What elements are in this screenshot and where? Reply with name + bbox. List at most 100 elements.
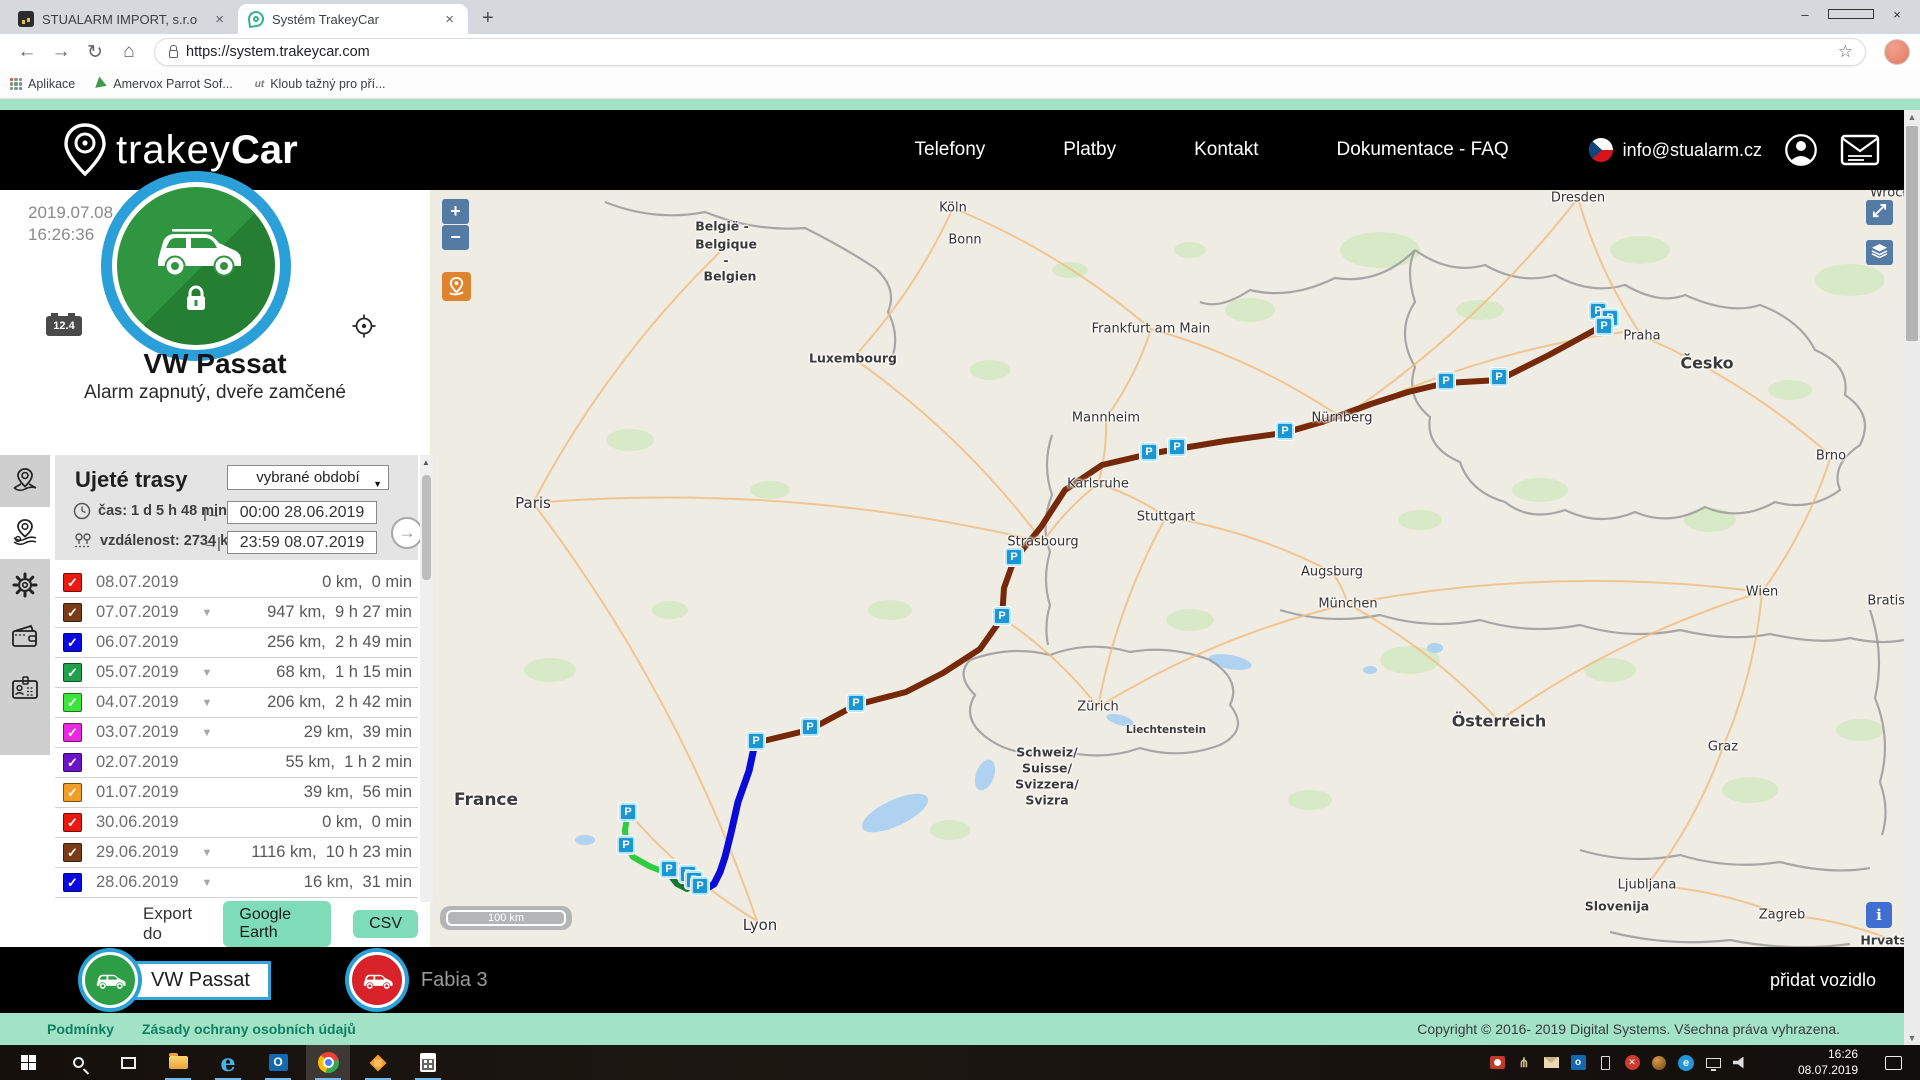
- parking-marker[interactable]: P: [993, 607, 1011, 625]
- map-zoom-in-button[interactable]: +: [442, 199, 469, 224]
- tray-defender-icon[interactable]: [1622, 1045, 1642, 1080]
- contact-email[interactable]: info@stualarm.cz: [1589, 138, 1762, 162]
- vehicle-avatar-icon[interactable]: [349, 952, 405, 1008]
- trip-checkbox[interactable]: ✓: [63, 783, 82, 802]
- vehicle-chip-label[interactable]: VW Passat: [124, 961, 271, 1000]
- vehicle-chip[interactable]: VW Passat: [82, 952, 271, 1008]
- trip-expand-icon[interactable]: ▼: [192, 727, 222, 739]
- bookmark-star-icon[interactable]: ☆: [1838, 42, 1853, 62]
- trip-checkbox[interactable]: ✓: [63, 843, 82, 862]
- address-bar[interactable]: https://system.trakeycar.com ☆: [154, 38, 1866, 66]
- trip-row[interactable]: ✓04.07.2019▼206 km, 2 h 42 min: [55, 688, 418, 718]
- parking-marker[interactable]: P: [1140, 443, 1158, 461]
- trip-expand-icon[interactable]: ▼: [192, 667, 222, 679]
- trip-expand-icon[interactable]: ▼: [192, 877, 222, 889]
- nav-item[interactable]: Telefony: [915, 139, 986, 161]
- scrollbar-up-arrow[interactable]: ▲: [1904, 112, 1920, 122]
- parking-marker[interactable]: P: [747, 732, 765, 750]
- forward-button[interactable]: →: [44, 41, 78, 63]
- map-zoom-out-button[interactable]: −: [442, 225, 469, 250]
- map-track-toggle-button[interactable]: [442, 272, 471, 301]
- maximize-button[interactable]: [1828, 7, 1874, 22]
- trip-checkbox[interactable]: ✓: [63, 633, 82, 652]
- czech-flag-icon[interactable]: [1589, 138, 1613, 162]
- home-button[interactable]: ⌂: [112, 41, 146, 63]
- vehicle-status-circle[interactable]: [112, 182, 280, 350]
- rail-wallet-icon[interactable]: [0, 611, 50, 663]
- parking-marker[interactable]: P: [660, 860, 678, 878]
- tray-camera-icon[interactable]: [1487, 1045, 1507, 1080]
- rail-routes-icon[interactable]: [0, 507, 50, 559]
- trip-row[interactable]: ✓06.07.2019256 km, 2 h 49 min: [55, 628, 418, 658]
- bookmark-item[interactable]: Amervox Parrot Sof...: [97, 77, 232, 91]
- trip-row[interactable]: ✓30.06.20190 km, 0 min: [55, 808, 418, 838]
- locate-vehicle-icon[interactable]: [352, 314, 376, 338]
- trip-row[interactable]: ✓05.07.2019▼68 km, 1 h 15 min: [55, 658, 418, 688]
- reload-button[interactable]: ↻: [78, 41, 112, 64]
- parking-marker[interactable]: P: [1168, 438, 1186, 456]
- rail-id-card-icon[interactable]: [0, 663, 50, 715]
- nav-item[interactable]: Dokumentace - FAQ: [1337, 139, 1509, 161]
- parking-marker[interactable]: P: [1276, 422, 1294, 440]
- tray-mail-icon[interactable]: [1541, 1045, 1561, 1080]
- rail-settings-gear-icon[interactable]: [0, 559, 50, 611]
- scroll-up-arrow[interactable]: ▲: [422, 458, 430, 467]
- minimize-button[interactable]: –: [1782, 7, 1828, 22]
- trip-checkbox[interactable]: ✓: [63, 723, 82, 742]
- taskbar-stualarm-app-icon[interactable]: [356, 1045, 400, 1080]
- trip-checkbox[interactable]: ✓: [63, 753, 82, 772]
- nav-item[interactable]: Kontakt: [1194, 139, 1258, 161]
- nav-item[interactable]: Platby: [1063, 139, 1116, 161]
- export-google-earth-button[interactable]: Google Earth: [223, 901, 331, 947]
- taskbar-search-icon[interactable]: [56, 1045, 100, 1080]
- period-select[interactable]: vybrané období▼: [227, 465, 389, 490]
- bookmark-item[interactable]: utKloub tažný pro pří...: [255, 77, 386, 91]
- trip-checkbox[interactable]: ✓: [63, 603, 82, 622]
- taskbar-task-view-icon[interactable]: [106, 1045, 150, 1080]
- trip-checkbox[interactable]: ✓: [63, 663, 82, 682]
- map-layers-button[interactable]: [1866, 240, 1893, 265]
- tray-volume-icon[interactable]: [1730, 1045, 1750, 1080]
- map[interactable]: + − 100 km i DresdenWrocłaPrahaČeskoBrno…: [430, 190, 1904, 947]
- tab-close-icon[interactable]: ×: [441, 11, 458, 28]
- trip-row[interactable]: ✓28.06.2019▼16 km, 31 min: [55, 868, 418, 898]
- apply-period-button[interactable]: →: [391, 517, 423, 549]
- vehicle-chip[interactable]: Fabia 3: [349, 952, 488, 1008]
- parking-marker[interactable]: P: [617, 836, 635, 854]
- trip-row[interactable]: ✓03.07.2019▼29 km, 39 min: [55, 718, 418, 748]
- taskbar-start-icon[interactable]: [6, 1045, 50, 1080]
- trakeycar-logo[interactable]: trakeyCar: [62, 123, 298, 177]
- taskbar-calculator-icon[interactable]: [406, 1045, 450, 1080]
- map-info-button[interactable]: i: [1866, 902, 1892, 928]
- scroll-thumb[interactable]: [422, 475, 431, 580]
- tab-close-icon[interactable]: ×: [211, 11, 228, 28]
- trip-row[interactable]: ✓01.07.201939 km, 56 min: [55, 778, 418, 808]
- trips-scrollbar[interactable]: ▲: [420, 455, 433, 902]
- new-tab-button[interactable]: +: [482, 7, 494, 34]
- trip-row[interactable]: ✓08.07.20190 km, 0 min: [55, 568, 418, 598]
- trip-checkbox[interactable]: ✓: [63, 873, 82, 892]
- parking-marker[interactable]: P: [1437, 372, 1455, 390]
- trip-row[interactable]: ✓02.07.201955 km, 1 h 2 min: [55, 748, 418, 778]
- browser-tab[interactable]: STUALARM IMPORT, s.r.o×: [8, 4, 238, 34]
- trip-row[interactable]: ✓07.07.2019▼947 km, 9 h 27 min: [55, 598, 418, 628]
- footer-link[interactable]: Podmínky: [47, 1021, 114, 1037]
- trip-checkbox[interactable]: ✓: [63, 693, 82, 712]
- browser-tab[interactable]: Systém TrakeyCar×: [238, 4, 468, 34]
- tray-usb-icon[interactable]: [1595, 1045, 1615, 1080]
- parking-marker[interactable]: P: [847, 694, 865, 712]
- back-button[interactable]: ←: [10, 41, 44, 63]
- taskbar-file-explorer-icon[interactable]: [156, 1045, 200, 1080]
- taskbar-internet-explorer-icon[interactable]: e: [206, 1045, 250, 1080]
- parking-marker[interactable]: P: [1005, 548, 1023, 566]
- user-account-icon[interactable]: [1784, 133, 1818, 167]
- date-from-input[interactable]: 00:00 28.06.2019: [227, 501, 377, 524]
- footer-link[interactable]: Zásady ochrany osobních údajů: [142, 1021, 356, 1037]
- taskbar-chrome-icon[interactable]: [306, 1045, 350, 1080]
- taskbar-clock[interactable]: 16:26 08.07.2019: [1798, 1047, 1858, 1078]
- profile-avatar[interactable]: [1884, 39, 1910, 65]
- scrollbar-thumb[interactable]: [1906, 126, 1918, 341]
- notification-center-icon[interactable]: [1885, 1056, 1902, 1070]
- export-csv-button[interactable]: CSV: [353, 910, 418, 938]
- vehicle-chip-label[interactable]: Fabia 3: [421, 969, 488, 992]
